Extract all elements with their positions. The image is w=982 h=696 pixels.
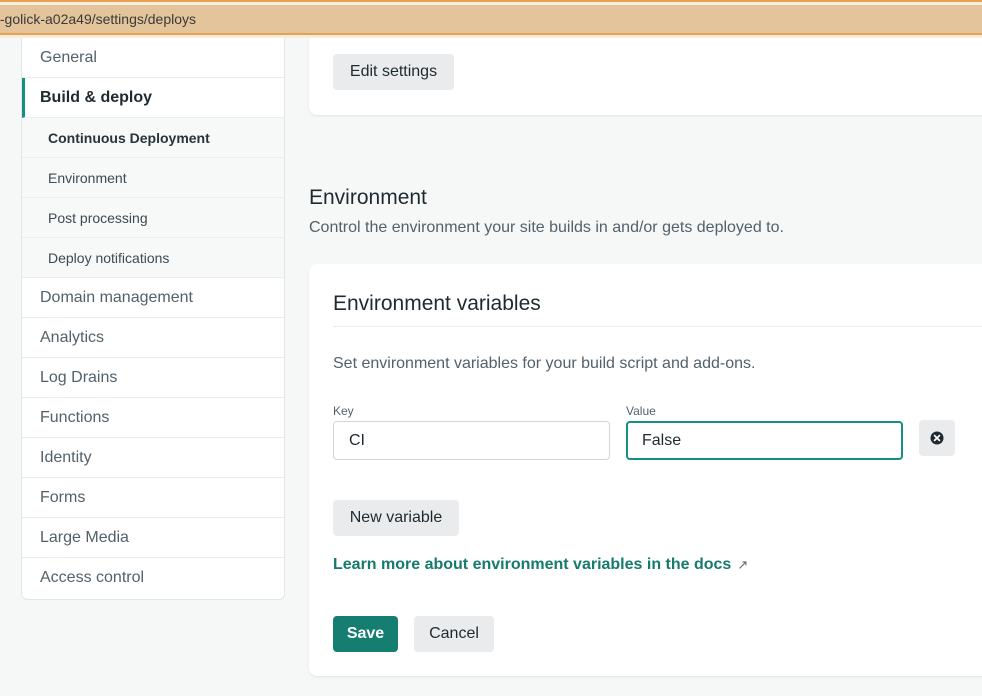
key-label: Key (333, 404, 354, 418)
settings-sidebar: General Build & deploy Continuous Deploy… (21, 38, 285, 600)
sidebar-item-label: Domain management (40, 288, 193, 306)
sidebar-item-label: Forms (40, 488, 86, 506)
sidebar-item-label: Access control (40, 569, 145, 586)
sidebar-item-label: General (40, 48, 97, 66)
section-title: Environment (309, 186, 427, 209)
save-button[interactable]: Save (333, 616, 398, 652)
sidebar-item-access-control[interactable]: Access control (22, 558, 284, 598)
docs-link-label: Learn more about environment variables i… (333, 556, 732, 573)
card-divider (333, 326, 982, 327)
section-description: Control the environment your site builds… (309, 219, 784, 236)
docs-link[interactable]: Learn more about environment variables i… (333, 556, 748, 574)
card-title: Environment variables (333, 292, 541, 315)
card-description: Set environment variables for your build… (333, 355, 756, 372)
edit-settings-button[interactable]: Edit settings (333, 54, 454, 90)
sidebar-item-functions[interactable]: Functions (22, 398, 284, 438)
sidebar-item-general[interactable]: General (22, 38, 284, 78)
sidebar-item-identity[interactable]: Identity (22, 438, 284, 478)
sidebar-item-log-drains[interactable]: Log Drains (22, 358, 284, 398)
sidebar-item-label: Build & deploy (40, 88, 152, 106)
sidebar-item-label: Log Drains (40, 368, 118, 386)
sidebar-item-label: Continuous Deployment (48, 129, 210, 146)
value-label: Value (626, 404, 656, 418)
sidebar-item-forms[interactable]: Forms (22, 478, 284, 518)
sidebar-subitem-continuous-deployment[interactable]: Continuous Deployment (22, 118, 284, 158)
sidebar-subitem-environment[interactable]: Environment (22, 158, 284, 198)
value-input[interactable] (626, 421, 903, 460)
sidebar-item-label: Post processing (48, 209, 148, 226)
sidebar-item-label: Identity (40, 448, 92, 466)
browser-url-bar[interactable]: t-golick-a02a49/settings/deploys (0, 0, 982, 38)
sidebar-item-build-deploy[interactable]: Build & deploy (22, 78, 284, 118)
sidebar-subitem-deploy-notifications[interactable]: Deploy notifications (22, 238, 284, 278)
sidebar-item-label: Large Media (40, 528, 129, 546)
url-field[interactable]: t-golick-a02a49/settings/deploys (0, 5, 982, 35)
cancel-button[interactable]: Cancel (414, 616, 494, 652)
sidebar-item-label: Analytics (40, 328, 105, 346)
sidebar-item-label: Deploy notifications (48, 249, 170, 266)
external-link-icon: ↗ (737, 557, 749, 572)
sidebar-item-analytics[interactable]: Analytics (22, 318, 284, 358)
environment-variables-card: Environment variables Set environment va… (309, 264, 982, 676)
key-input[interactable] (333, 421, 610, 460)
close-circle-icon (930, 431, 944, 445)
sidebar-item-large-media[interactable]: Large Media (22, 518, 284, 558)
sidebar-item-domain-management[interactable]: Domain management (22, 278, 284, 318)
remove-variable-button[interactable] (919, 420, 955, 456)
sidebar-item-label: Environment (48, 169, 127, 186)
build-settings-card: Edit settings (309, 38, 982, 115)
new-variable-button[interactable]: New variable (333, 500, 459, 536)
url-text: t-golick-a02a49/settings/deploys (0, 11, 197, 27)
sidebar-item-label: Functions (40, 408, 110, 426)
sidebar-subitem-post-processing[interactable]: Post processing (22, 198, 284, 238)
